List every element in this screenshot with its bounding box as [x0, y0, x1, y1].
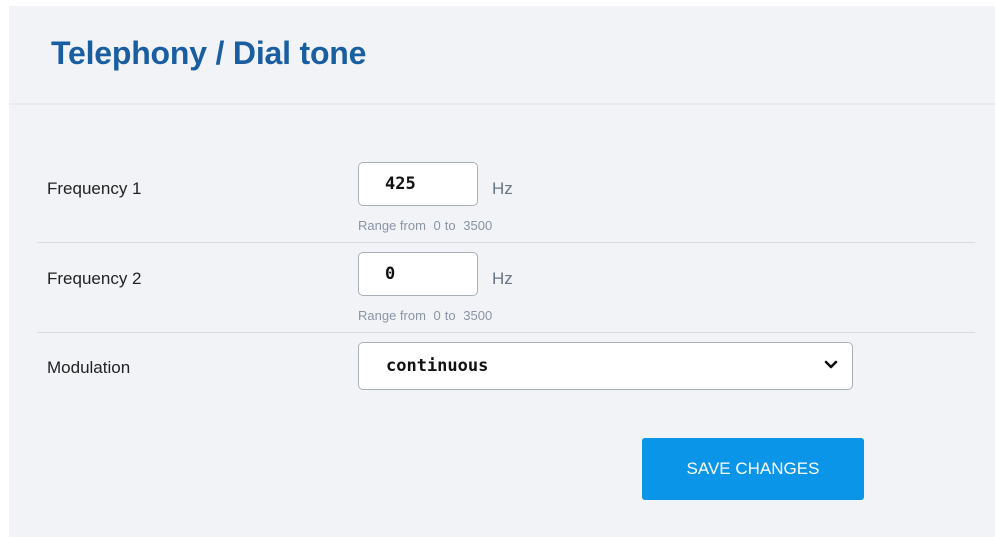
settings-panel: Telephony / Dial tone Frequency 1 Hz Ran… — [9, 6, 995, 537]
frequency2-label: Frequency 2 — [47, 269, 142, 288]
frequency2-unit: Hz — [492, 269, 513, 288]
range-prefix: Range from — [358, 218, 426, 233]
chevron-down-icon — [824, 360, 838, 369]
page-header: Telephony / Dial tone — [9, 6, 995, 105]
frequency2-input[interactable] — [358, 252, 478, 296]
modulation-label: Modulation — [47, 358, 131, 377]
frequency1-range-hint: Range from 0 to 3500 — [358, 218, 496, 233]
modulation-selected-value: continuous — [386, 356, 489, 376]
page-title: Telephony / Dial tone — [51, 35, 367, 71]
range-min: 0 — [433, 218, 441, 233]
range-min: 0 — [433, 308, 441, 323]
frequency1-input[interactable] — [358, 162, 478, 206]
modulation-select[interactable]: continuous — [358, 342, 853, 390]
row-divider — [37, 332, 975, 333]
frequency1-unit: Hz — [492, 179, 513, 198]
range-prefix: Range from — [358, 308, 426, 323]
save-changes-button[interactable]: SAVE CHANGES — [642, 438, 864, 500]
range-separator: to — [444, 308, 456, 323]
range-max: 3500 — [463, 218, 493, 233]
row-divider — [37, 242, 975, 243]
frequency1-label: Frequency 1 — [47, 179, 142, 198]
range-separator: to — [444, 218, 456, 233]
frequency2-range-hint: Range from 0 to 3500 — [358, 308, 496, 323]
range-max: 3500 — [463, 308, 493, 323]
